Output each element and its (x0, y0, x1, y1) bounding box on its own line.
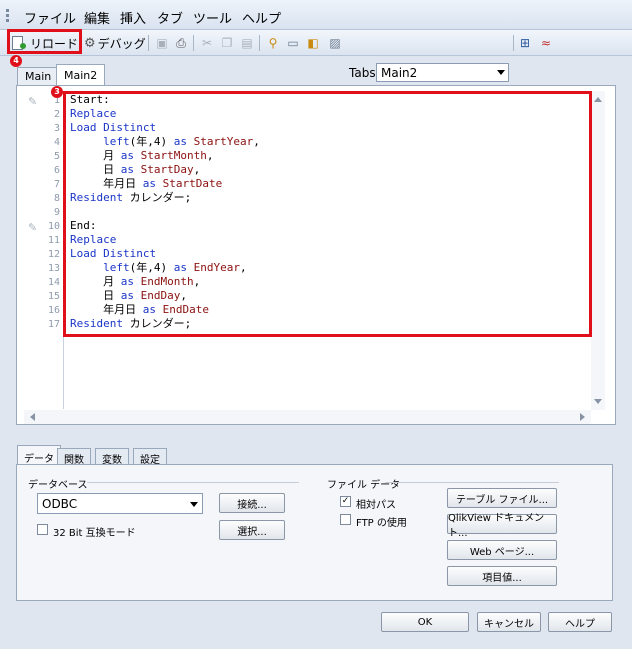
syntax-check-icon[interactable]: ≈ (538, 35, 554, 51)
compat-mode-label: 32 Bit 互換モード (53, 528, 136, 539)
editor-highlight-box (63, 91, 592, 337)
save-icon[interactable]: ▣ (154, 35, 170, 51)
line-number: 10 (47, 221, 60, 232)
select-button[interactable]: 選択... (219, 520, 285, 540)
help-button[interactable]: ヘルプ (548, 612, 612, 632)
print-icon[interactable]: ⎙ (173, 35, 189, 51)
table-file-button[interactable]: テーブル ファイル... (447, 488, 557, 508)
open-file-icon[interactable]: ◧ (305, 35, 321, 51)
line-number: 3 (53, 123, 60, 134)
line-number: 14 (47, 277, 60, 288)
scroll-up-icon[interactable] (594, 97, 602, 102)
line-number: 17 (47, 319, 60, 330)
table-viewer-icon[interactable]: ⊞ (517, 35, 533, 51)
folder-icon[interactable]: ▭ (285, 35, 301, 51)
toolbar-separator (148, 35, 149, 51)
scroll-down-icon[interactable] (594, 399, 602, 404)
annotation-badge-3: 3 (51, 86, 63, 98)
line-number: 7 (53, 179, 60, 190)
qlikview-document-button[interactable]: QlikView ドキュメント... (447, 513, 557, 539)
menu-tools[interactable]: ツール (193, 8, 232, 27)
tabs-select[interactable]: Main2 (376, 63, 509, 82)
database-group-label: データベース (28, 480, 88, 491)
compat-mode-checkbox[interactable] (37, 524, 48, 535)
line-number: 13 (47, 263, 60, 274)
tab-main2[interactable]: Main2 (56, 64, 106, 86)
image-icon[interactable]: ▨ (327, 35, 343, 51)
cancel-button[interactable]: キャンセル (477, 612, 541, 632)
tab-functions[interactable]: 関数 (57, 448, 91, 466)
tab-settings[interactable]: 設定 (133, 448, 167, 466)
horizontal-scrollbar[interactable] (24, 410, 591, 424)
tab-data[interactable]: データ (17, 445, 61, 465)
line-number: 5 (53, 151, 60, 162)
debug-label: デバッグ (97, 36, 146, 51)
tabs-label: Tabs (349, 66, 376, 80)
scroll-left-icon[interactable] (30, 413, 35, 421)
toolbar: リロード ⚙ デバッグ ▣ ⎙ ✂ ❐ ▤ ⚲ ▭ ◧ ▨ Tabs Main2… (0, 30, 632, 82)
chevron-down-icon (497, 70, 505, 75)
cut-icon[interactable]: ✂ (199, 35, 215, 51)
menu-file[interactable]: ファイル (24, 8, 76, 27)
menu-edit[interactable]: 編集 (84, 8, 110, 27)
database-select-value: ODBC (42, 497, 78, 511)
toolbar-separator (513, 35, 514, 51)
menu-insert[interactable]: 挿入 (120, 8, 146, 27)
line-number: 16 (47, 305, 60, 316)
scroll-right-icon[interactable] (580, 413, 585, 421)
ftp-label: FTP の使用 (356, 518, 407, 529)
file-data-group-label: ファイル データ (327, 480, 401, 491)
copy-icon[interactable]: ❐ (219, 35, 235, 51)
web-page-button[interactable]: Web ページ... (447, 540, 557, 560)
line-gutter: ✎ ✎ 1 2 3 4 5 6 7 8 9 10 11 12 13 14 15 16 17 (24, 91, 64, 409)
ok-button[interactable]: OK (381, 612, 469, 632)
tab-variables[interactable]: 変数 (95, 448, 129, 466)
data-panel: データベース ODBC 接続... 選択... 32 Bit 互換モード ファイ… (16, 464, 613, 601)
relative-path-checkbox[interactable]: ✓ (340, 496, 351, 507)
line-number: 11 (47, 235, 60, 246)
line-number: 8 (53, 193, 60, 204)
vertical-scrollbar[interactable] (591, 91, 605, 410)
chevron-down-icon (190, 502, 198, 507)
menu-help[interactable]: ヘルプ (242, 8, 281, 27)
line-number: 15 (47, 291, 60, 302)
find-icon[interactable]: ⚲ (265, 35, 281, 51)
line-number: 6 (53, 165, 60, 176)
field-value-button[interactable]: 項目値... (447, 566, 557, 586)
debug-button[interactable]: ⚙ デバッグ (84, 33, 146, 53)
debug-icon: ⚙ (84, 35, 96, 51)
tabs-select-value: Main2 (381, 66, 418, 80)
group-divider (87, 482, 299, 483)
annotation-badge-4: 4 (10, 55, 22, 67)
toolbar-separator (259, 35, 260, 51)
toolbar-separator (193, 35, 194, 51)
relative-path-label: 相対パス (356, 500, 396, 511)
ftp-checkbox[interactable] (340, 514, 351, 525)
connect-button[interactable]: 接続... (219, 493, 285, 513)
tab-main[interactable]: Main (17, 67, 60, 85)
line-number: 9 (53, 207, 60, 218)
line-number: 2 (53, 109, 60, 120)
menu-tab[interactable]: タブ (157, 8, 183, 27)
line-number: 12 (47, 249, 60, 260)
reload-highlight-box (7, 29, 82, 54)
database-select[interactable]: ODBC (37, 493, 203, 514)
menu-grip (6, 9, 9, 22)
line-number: 4 (53, 137, 60, 148)
group-divider (385, 482, 559, 483)
paste-icon[interactable]: ▤ (239, 35, 255, 51)
menu-bar: ファイル 編集 挿入 タブ ツール ヘルプ (0, 0, 632, 30)
